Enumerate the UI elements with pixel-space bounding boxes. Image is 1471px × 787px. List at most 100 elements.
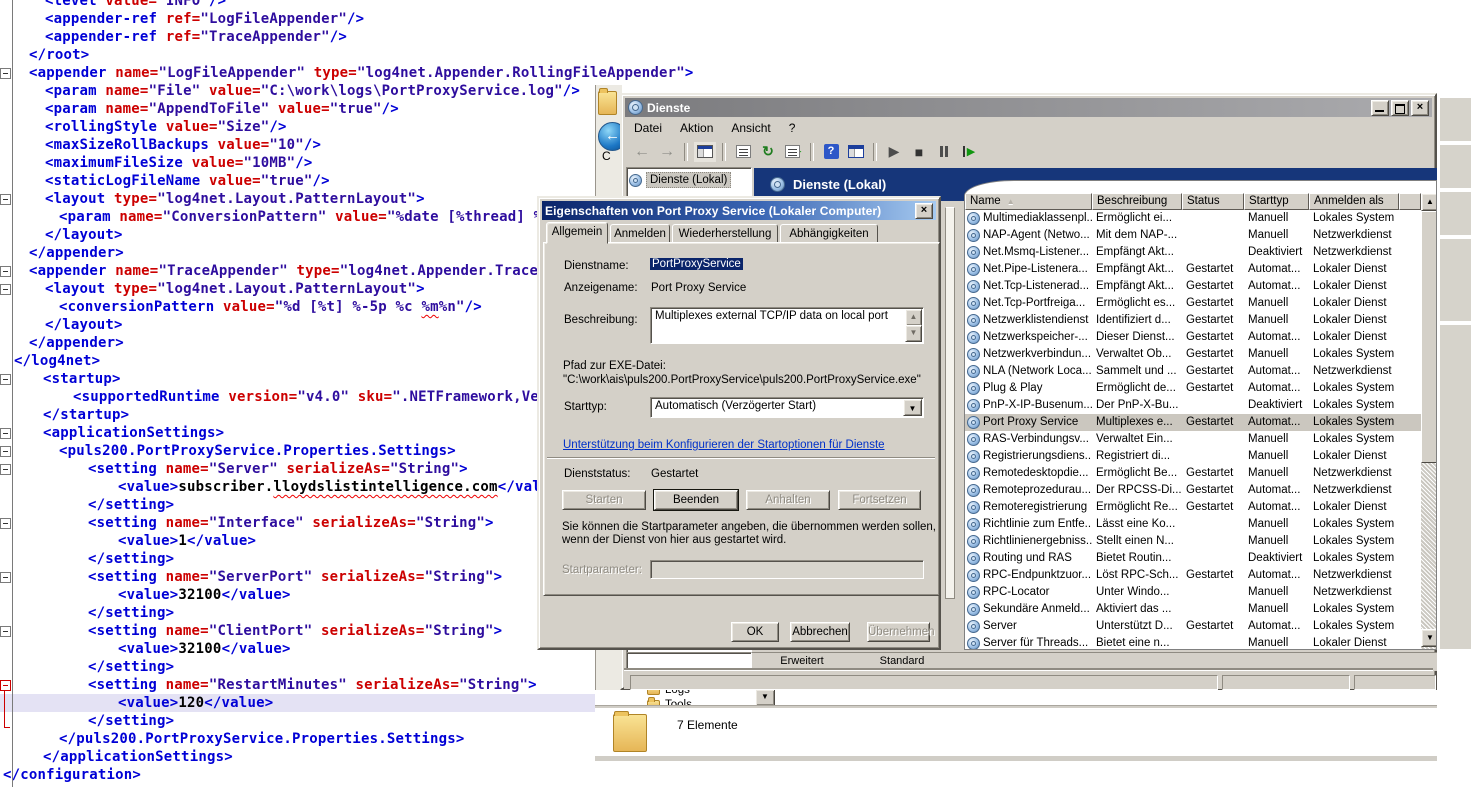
service-row[interactable]: Remotedesktopdie...Ermöglicht Be...Gesta… xyxy=(965,465,1421,482)
service-row[interactable]: Plug & PlayErmöglicht de...GestartetAuto… xyxy=(965,380,1421,397)
beschreibung-label: Beschreibung: xyxy=(564,314,638,326)
desc-scroll-down-icon[interactable]: ▼ xyxy=(905,325,922,342)
fortsetzen-button[interactable]: Fortsetzen xyxy=(838,490,921,510)
service-status xyxy=(1182,635,1244,650)
show-console-tree-icon[interactable] xyxy=(694,142,716,162)
service-row[interactable]: Server für Threads...Bietet eine n...Man… xyxy=(965,635,1421,650)
tab-allgemein[interactable]: Allgemein xyxy=(546,222,608,244)
tab-wiederherstellung[interactable]: Wiederherstellung xyxy=(672,224,778,243)
service-row[interactable]: NAP-Agent (Netwo...Mit dem NAP-...Manuel… xyxy=(965,227,1421,244)
service-status xyxy=(1182,516,1244,533)
scroll-up-icon[interactable]: ▲ xyxy=(1421,193,1437,211)
anhalten-button[interactable]: Anhalten xyxy=(746,490,830,510)
service-row[interactable]: ServerUnterstützt D...GestartetAutomat..… xyxy=(965,618,1421,635)
dialog-close-icon[interactable]: × xyxy=(915,203,933,219)
menu-aktion[interactable]: Aktion xyxy=(671,119,722,137)
restart-service-icon[interactable]: ▶ xyxy=(958,142,980,162)
column-status[interactable]: Status xyxy=(1182,193,1244,210)
fold-marker[interactable] xyxy=(0,266,11,277)
tab-abhaengigkeiten[interactable]: Abhängigkeiten xyxy=(780,224,878,243)
fold-marker[interactable] xyxy=(0,428,11,439)
code-line: </root> xyxy=(0,46,1471,64)
fold-marker-red[interactable] xyxy=(0,680,11,691)
column-anmelden-als[interactable]: Anmelden als xyxy=(1309,193,1399,210)
minimize-button[interactable] xyxy=(1371,100,1389,116)
dialog-titlebar[interactable]: Eigenschaften von Port Proxy Service (Lo… xyxy=(542,201,936,220)
starten-button[interactable]: Starten xyxy=(562,490,646,510)
help-icon[interactable]: ? xyxy=(820,142,842,162)
service-row[interactable]: Routing und RASBietet Routin...Deaktivie… xyxy=(965,550,1421,567)
service-row[interactable]: Remoteprozedurau...Der RPCSS-Di...Gestar… xyxy=(965,482,1421,499)
beenden-button[interactable]: Beenden xyxy=(654,490,738,510)
scrollbar-thumb[interactable] xyxy=(1421,211,1437,463)
export-list-icon[interactable]: ▶ xyxy=(782,142,804,162)
tab-standard[interactable]: Standard xyxy=(854,654,950,670)
tree-item-dienste-lokal[interactable]: Dienste (Lokal) xyxy=(629,172,749,188)
service-gear-icon xyxy=(967,518,980,531)
menu-ansicht[interactable]: Ansicht xyxy=(722,119,779,137)
fold-marker[interactable] xyxy=(0,626,11,637)
tree-item-label: Dienste (Lokal) xyxy=(646,172,731,188)
service-row[interactable]: Port Proxy ServiceMultiplexes e...Gestar… xyxy=(965,414,1421,431)
fold-marker[interactable] xyxy=(0,464,11,475)
forward-icon[interactable]: → xyxy=(656,142,678,162)
scroll-down-icon[interactable]: ▼ xyxy=(1421,629,1437,647)
menu-datei[interactable]: Datei xyxy=(625,119,671,137)
service-start: Automat... xyxy=(1244,499,1309,516)
service-row[interactable]: Richtlinie zum Entfe...Lässt eine Ko...M… xyxy=(965,516,1421,533)
properties-icon[interactable] xyxy=(732,142,754,162)
service-row[interactable]: Net.Msmq-Listener...Empfängt Akt...Deakt… xyxy=(965,244,1421,261)
startoptions-help-link[interactable]: Unterstützung beim Konfigurieren der Sta… xyxy=(563,439,885,451)
services-window-title: Dienste xyxy=(647,101,690,115)
fold-marker[interactable] xyxy=(0,446,11,457)
desc-scroll-up-icon[interactable]: ▲ xyxy=(905,309,922,326)
fold-marker[interactable] xyxy=(0,374,11,385)
services-gear-icon xyxy=(629,174,642,187)
extended-view-icon[interactable] xyxy=(845,142,867,162)
services-titlebar[interactable]: Dienste × xyxy=(625,98,1432,117)
startparameter-field[interactable] xyxy=(650,560,924,579)
service-row[interactable]: PnP-X-IP-Busenum...Der PnP-X-Bu...Deakti… xyxy=(965,397,1421,414)
service-row[interactable]: NetzwerklistendienstIdentifiziert d...Ge… xyxy=(965,312,1421,329)
service-row[interactable]: NLA (Network Loca...Sammelt und ...Gesta… xyxy=(965,363,1421,380)
fold-marker[interactable] xyxy=(0,194,11,205)
service-row[interactable]: RPC-LocatorUnter Windo...ManuellNetzwerk… xyxy=(965,584,1421,601)
stop-service-icon[interactable]: ■ xyxy=(908,142,930,162)
fold-marker[interactable] xyxy=(0,572,11,583)
service-row[interactable]: Net.Pipe-Listenera...Empfängt Akt...Gest… xyxy=(965,261,1421,278)
service-row[interactable]: Registrierungsdiens...Registriert di...M… xyxy=(965,448,1421,465)
column-starttyp[interactable]: Starttyp xyxy=(1244,193,1309,210)
service-row[interactable]: Net.Tcp-Portfreiga...Ermöglicht es...Ges… xyxy=(965,295,1421,312)
service-row[interactable]: Richtlinienergebniss...Stellt einen N...… xyxy=(965,533,1421,550)
service-row[interactable]: Net.Tcp-Listenerad...Empfängt Akt...Gest… xyxy=(965,278,1421,295)
uebernehmen-button[interactable]: Übernehmen xyxy=(867,622,930,642)
tab-anmelden[interactable]: Anmelden xyxy=(610,224,670,243)
service-row[interactable]: RemoteregistrierungErmöglicht Re...Gesta… xyxy=(965,499,1421,516)
maximize-button[interactable] xyxy=(1391,100,1409,116)
service-row[interactable]: Multimediaklassenpl...Ermöglicht ei...Ma… xyxy=(965,210,1421,227)
service-row[interactable]: RAS-Verbindungsv...Verwaltet Ein...Manue… xyxy=(965,431,1421,448)
beschreibung-textarea[interactable]: Multiplexes external TCP/IP data on loca… xyxy=(650,307,924,344)
combo-dropdown-icon[interactable]: ▼ xyxy=(903,399,922,416)
service-row[interactable]: Netzwerkverbindun...Verwaltet Ob...Gesta… xyxy=(965,346,1421,363)
refresh-icon[interactable]: ↻ xyxy=(757,142,779,162)
pause-service-icon[interactable] xyxy=(933,142,955,162)
service-row[interactable]: Netzwerkspeicher-...Dieser Dienst...Gest… xyxy=(965,329,1421,346)
ok-button[interactable]: OK xyxy=(731,622,779,642)
column-beschreibung[interactable]: Beschreibung xyxy=(1092,193,1182,210)
fold-marker[interactable] xyxy=(0,68,11,79)
fold-marker[interactable] xyxy=(0,284,11,295)
explorer-combo-arrow-icon[interactable]: ▼ xyxy=(755,689,775,705)
tab-erweitert[interactable]: Erweitert xyxy=(752,654,852,670)
fold-marker[interactable] xyxy=(0,518,11,529)
list-scrollbar[interactable]: ▲ ▼ xyxy=(1421,193,1437,649)
service-row[interactable]: Sekundäre Anmeld...Aktiviert das ...Manu… xyxy=(965,601,1421,618)
back-icon[interactable]: ← xyxy=(631,142,653,162)
column-name[interactable]: Name▲ xyxy=(965,193,1092,210)
close-button[interactable]: × xyxy=(1411,100,1429,116)
menu-hilfe[interactable]: ? xyxy=(780,119,805,137)
start-service-icon[interactable]: ▶ xyxy=(883,142,905,162)
abbrechen-button[interactable]: Abbrechen xyxy=(790,622,850,642)
starttyp-combobox[interactable]: Automatisch (Verzögerter Start) ▼ xyxy=(650,397,924,418)
service-row[interactable]: RPC-Endpunktzuor...Löst RPC-Sch...Gestar… xyxy=(965,567,1421,584)
